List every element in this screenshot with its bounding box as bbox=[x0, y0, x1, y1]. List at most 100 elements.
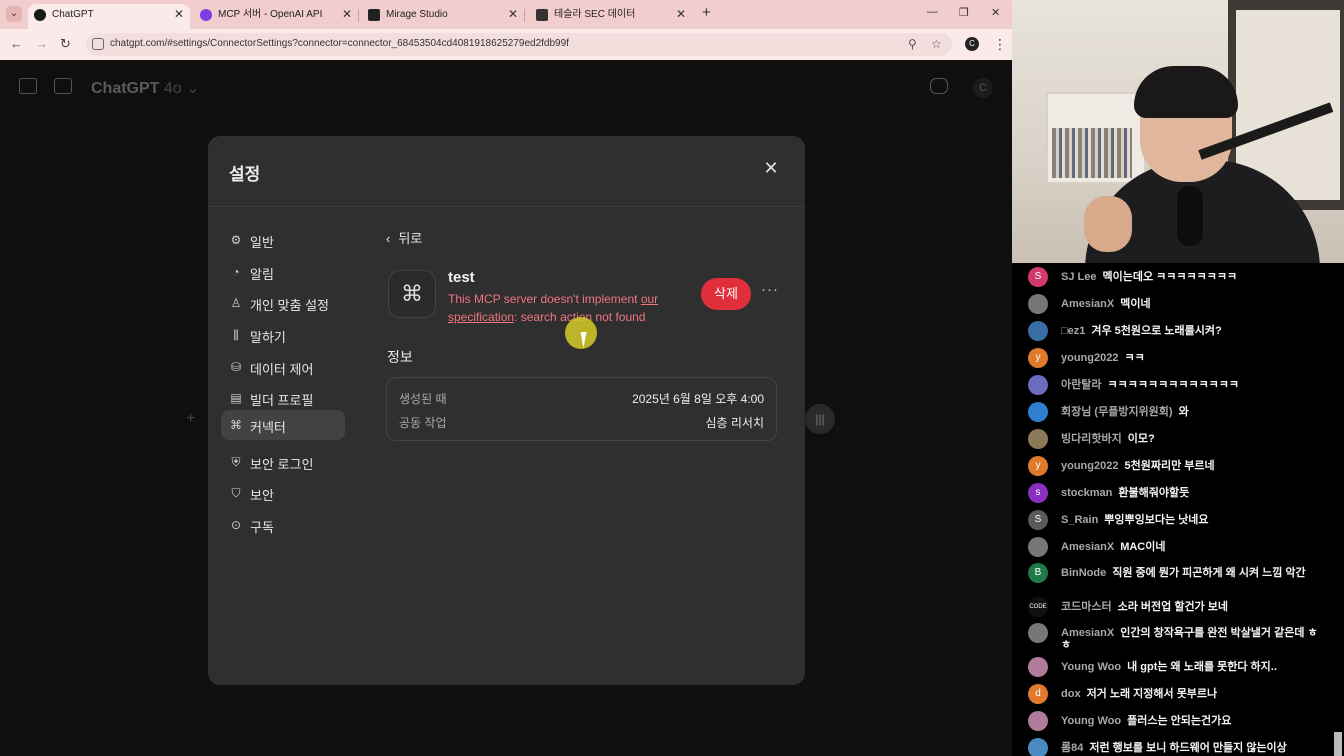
chat-username[interactable]: stockman bbox=[1061, 487, 1112, 499]
bookmark-star-icon[interactable]: ☆ bbox=[931, 37, 942, 51]
sidebar-item-0[interactable]: ⚙ 일반 bbox=[221, 225, 345, 255]
sidebar-item-label: 보안 bbox=[250, 488, 274, 503]
chat-username[interactable]: AmesianX bbox=[1061, 627, 1114, 639]
chat-scrollbar[interactable] bbox=[1334, 732, 1342, 756]
tab-title: MCP 서버 - OpenAI API bbox=[218, 9, 323, 20]
back-label: 뒤로 bbox=[398, 231, 423, 246]
forward-arrow-icon[interactable]: → bbox=[35, 36, 48, 51]
chat-text: 와 bbox=[1178, 406, 1189, 418]
back-arrow-icon[interactable]: ← bbox=[10, 36, 23, 51]
avatar: B bbox=[1028, 563, 1048, 583]
new-chat-icon[interactable] bbox=[54, 78, 72, 94]
avatar: CODE bbox=[1028, 597, 1048, 617]
model-selector[interactable]: ChatGPT 4o ⌄ bbox=[91, 78, 200, 98]
sidebar-item-1[interactable]: ◔ 알림 bbox=[221, 257, 345, 287]
sidebar-item-8[interactable]: ⛉ 보안 bbox=[221, 478, 345, 508]
connector-icon: ⌘ bbox=[388, 270, 436, 318]
chat-text: 저런 행보를 보니 하드웨어 만들지 않는이상 bbox=[1089, 742, 1287, 754]
attach-plus-icon[interactable]: + bbox=[186, 410, 195, 428]
avatar bbox=[1028, 402, 1048, 422]
tab-chatgpt[interactable]: ChatGPT ✕ bbox=[28, 4, 190, 29]
avatar bbox=[1028, 429, 1048, 449]
restore-icon[interactable]: ❐ bbox=[959, 6, 969, 19]
avatar bbox=[1028, 537, 1048, 557]
avatar bbox=[1028, 623, 1048, 643]
openai-favicon-icon bbox=[200, 9, 212, 21]
close-tab-icon[interactable]: ✕ bbox=[342, 4, 352, 25]
sidebar-toggle-icon[interactable] bbox=[19, 78, 37, 94]
chat-username[interactable]: 아란탈라 bbox=[1061, 379, 1101, 391]
info-value: 심층 리서치 bbox=[705, 416, 764, 430]
waveform-icon: ⫼ bbox=[233, 328, 239, 342]
tab-mirage-studio[interactable]: Mirage Studio ✕ bbox=[362, 4, 525, 29]
sidebar-item-7[interactable]: ⛨ 보안 로그인 bbox=[221, 447, 345, 477]
more-options-icon[interactable]: ··· bbox=[761, 281, 779, 298]
chat-username[interactable]: dox bbox=[1061, 688, 1081, 700]
chat-username[interactable]: Young Woo bbox=[1061, 715, 1121, 727]
browser-menu-icon[interactable]: ⋮ bbox=[993, 36, 1007, 53]
new-tab-icon[interactable]: + bbox=[702, 4, 711, 21]
chat-username[interactable]: young2022 bbox=[1061, 460, 1118, 472]
chat-text: MAC이네 bbox=[1120, 541, 1166, 553]
subscription-icon: ⊙ bbox=[230, 518, 242, 532]
avatar bbox=[1028, 321, 1048, 341]
chat-username[interactable]: 회장님 (무플방지위원회) bbox=[1061, 406, 1173, 418]
streamer-hair bbox=[1134, 66, 1238, 118]
chat-username[interactable]: S_Rain bbox=[1061, 514, 1098, 526]
close-tab-icon[interactable]: ✕ bbox=[174, 4, 184, 25]
books bbox=[1052, 128, 1132, 178]
chat-username[interactable]: BinNode bbox=[1061, 567, 1106, 579]
chat-text: 멕이네 bbox=[1120, 298, 1151, 310]
chat-text: 소라 버전업 할건가 보네 bbox=[1117, 601, 1228, 613]
temporary-chat-icon[interactable] bbox=[930, 78, 948, 94]
sidebar-item-2[interactable]: ♙ 개인 맞춤 설정 bbox=[221, 288, 345, 318]
chat-text: 환불해줘야할듯 bbox=[1118, 487, 1190, 499]
connector-name: test bbox=[448, 269, 475, 286]
connector-icon: ⌘ bbox=[230, 418, 242, 432]
sidebar-item-5[interactable]: ▤ 빌더 프로필 bbox=[221, 383, 345, 413]
address-bar[interactable]: chatgpt.com/#settings/ConnectorSettings?… bbox=[86, 33, 952, 56]
chat-username[interactable]: Young Woo bbox=[1061, 661, 1121, 673]
reload-icon[interactable]: ↻ bbox=[60, 36, 71, 52]
window-close-icon[interactable]: ✕ bbox=[991, 6, 1000, 19]
back-button[interactable]: ‹ 뒤로 bbox=[386, 228, 422, 247]
sidebar-item-label: 알림 bbox=[250, 267, 274, 282]
chat-text: 뿌잉뿌잉보다는 낫네요 bbox=[1104, 514, 1209, 526]
sidebar-item-label: 빌더 프로필 bbox=[250, 393, 314, 408]
chat-username[interactable]: SJ Lee bbox=[1061, 271, 1096, 283]
close-icon[interactable]: ✕ bbox=[761, 158, 781, 178]
chat-username[interactable]: AmesianX bbox=[1061, 298, 1114, 310]
profile-avatar[interactable]: C bbox=[965, 37, 979, 51]
chat-username[interactable]: young2022 bbox=[1061, 352, 1118, 364]
streamer-hand bbox=[1084, 196, 1132, 252]
info-row-collaboration: 공동 작업 심층 리서치 bbox=[399, 410, 764, 432]
zoom-icon[interactable]: ⚲ bbox=[908, 37, 917, 51]
chat-text: 이모? bbox=[1127, 433, 1155, 445]
sidebar-item-label: 커넥터 bbox=[250, 420, 286, 435]
model-version: 4o bbox=[163, 80, 182, 97]
chat-username[interactable]: 코드마스터 bbox=[1061, 601, 1112, 613]
sidebar-item-4[interactable]: ⛁ 데이터 제어 bbox=[221, 352, 345, 382]
chat-text: ㅋㅋㅋㅋㅋㅋㅋㅋㅋㅋㅋㅋㅋ bbox=[1107, 379, 1240, 391]
sidebar-item-label: 데이터 제어 bbox=[250, 362, 314, 377]
close-tab-icon[interactable]: ✕ bbox=[508, 4, 518, 25]
tab-mcp-server[interactable]: MCP 서버 - OpenAI API ✕ bbox=[194, 4, 359, 29]
chat-username[interactable]: 롬84 bbox=[1061, 742, 1083, 754]
tab-search-icon[interactable]: ⌄ bbox=[6, 6, 22, 22]
tab-tesla-sec[interactable]: 테슬라 SEC 데이터 ✕ bbox=[530, 4, 692, 29]
chat-username[interactable]: AmesianX bbox=[1061, 541, 1114, 553]
close-tab-icon[interactable]: ✕ bbox=[676, 4, 686, 25]
site-settings-icon[interactable] bbox=[92, 38, 104, 50]
info-section-title: 정보 bbox=[387, 349, 413, 365]
chat-username[interactable]: □ez1 bbox=[1061, 325, 1085, 337]
voice-mode-icon[interactable]: ||| bbox=[805, 404, 835, 434]
sidebar-item-6[interactable]: ⌘ 커넥터 bbox=[221, 410, 345, 440]
url-text: chatgpt.com/#settings/ConnectorSettings?… bbox=[110, 38, 569, 49]
delete-button[interactable]: 삭제 bbox=[701, 278, 751, 310]
sidebar-item-3[interactable]: ⫼ 말하기 bbox=[221, 320, 345, 350]
user-avatar[interactable]: C bbox=[973, 78, 993, 98]
minimize-icon[interactable]: — bbox=[927, 6, 938, 18]
sidebar-item-9[interactable]: ⊙ 구독 bbox=[221, 510, 345, 540]
chat-text: 직원 중에 뭔가 피곤하게 왜 시켜 느낌 악간 bbox=[1112, 567, 1306, 579]
chat-username[interactable]: 빙다리핫바지 bbox=[1061, 433, 1122, 445]
